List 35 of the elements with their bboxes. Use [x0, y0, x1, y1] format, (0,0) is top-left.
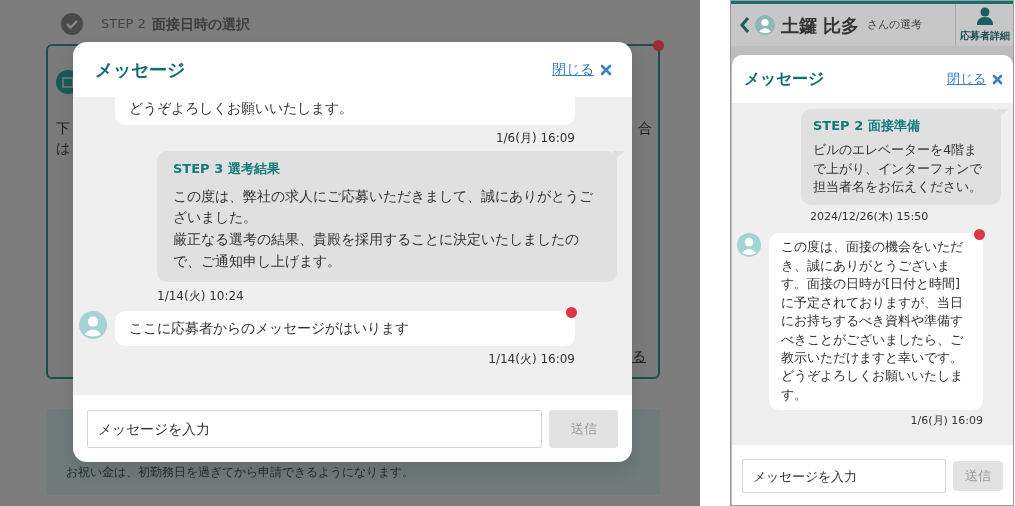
notice-text: お祝い金は、初勤務日を過ぎてから申請できるようになります。: [66, 464, 414, 481]
message-time: 1/14(火) 16:09: [488, 350, 575, 368]
close-link[interactable]: 閉じる: [552, 59, 594, 80]
message-text: ビルのエレベーターを4階まで上がり、インターフォンで担当者名をお伝えください。: [813, 141, 983, 197]
avatar-icon: [755, 15, 775, 35]
applicant-name: 土鑼 比多: [781, 13, 860, 38]
modal-title: メッセージ: [744, 68, 824, 90]
message-text: どうぞよろしくお願いいたします。: [129, 99, 354, 118]
text-fragment: は: [56, 139, 70, 158]
close-icon[interactable]: [992, 73, 1003, 85]
back-icon[interactable]: [739, 16, 751, 34]
message-text: この度は、弊社の求人にご応募いただきまして、誠にありがとうございました。: [173, 186, 594, 228]
person-icon: [975, 7, 994, 25]
message-input[interactable]: メッセージを入力: [742, 459, 946, 493]
applicant-details-button[interactable]: 応募者詳細: [955, 4, 1013, 46]
message-text: ここに応募者からのメッセージがはいります: [129, 319, 410, 339]
message-text: 厳正なる選考の結果、貴殿を採用することに決定いたしましたので、ご通知申し上げます。: [173, 229, 580, 271]
link-fragment[interactable]: る: [632, 346, 646, 367]
check-circle-icon: [61, 13, 83, 35]
message-time: 2024/12/26(木) 15:50: [810, 208, 929, 225]
message-text: この度は、面接の機会をいただき、誠にありがとうございます。面接の日時が[日付と時間]に予定されておりますが、当日にお持ちするべき資料や準備すべきことがございましたら、ご教示いただけますと幸いです。どうぞよろしくお願いいたします。: [781, 238, 964, 404]
text-fragment: 合: [638, 119, 652, 138]
step-number: STEP 2: [101, 15, 146, 34]
message-input[interactable]: メッセージを入力: [87, 409, 542, 448]
text-fragment: 下: [56, 119, 70, 138]
message-time: 1/6(月) 16:09: [495, 130, 575, 148]
message-title: STEP 3 選考結果: [173, 160, 281, 179]
header-subtitle: さんの選考: [867, 16, 923, 33]
message-time: 1/14(火) 10:24: [157, 288, 244, 306]
message-title: STEP 2 面接準備: [813, 117, 921, 135]
close-icon[interactable]: [600, 63, 612, 76]
modal-title: メッセージ: [95, 58, 185, 82]
message-time: 1/6(月) 16:09: [910, 413, 983, 430]
step-title: 面接日時の選択: [151, 14, 250, 34]
close-link[interactable]: 閉じる: [947, 69, 986, 89]
